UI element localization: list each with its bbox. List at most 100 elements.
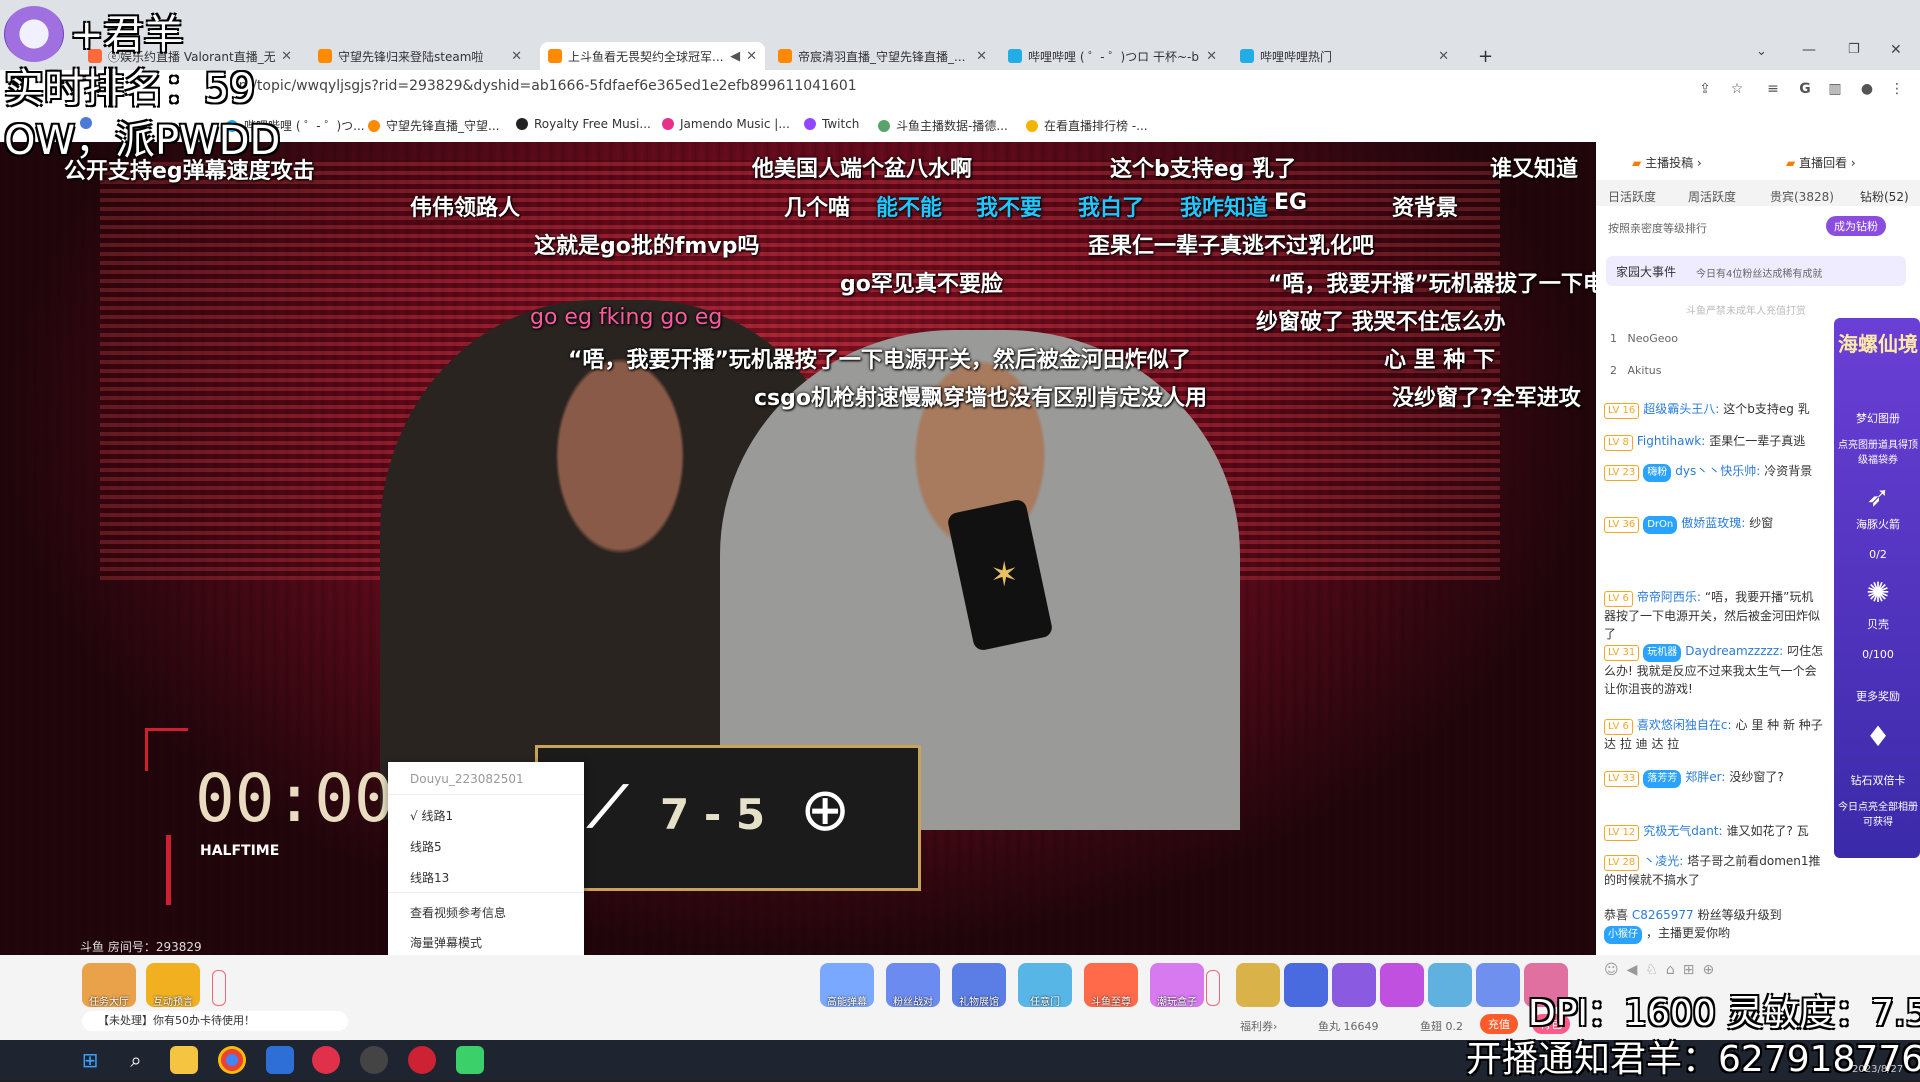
menu-item-line5[interactable]: 线路5 — [410, 838, 442, 855]
tab-weekly-activity[interactable]: 周活跃度 — [1688, 188, 1736, 205]
search-icon[interactable]: ⌕ — [122, 1046, 150, 1074]
browser-tab[interactable]: 守望先锋归来登陆steam啦 ✕ — [310, 42, 530, 70]
danmaku-comment: 心 里 种 下 — [1384, 348, 1495, 373]
rank-row[interactable]: 2 Akitus — [1610, 364, 1661, 377]
browser-tab[interactable]: 哔哩哔哩 ( ゜- ゜)つロ 干杯~-bili... ✕ — [1000, 42, 1225, 70]
gift-item[interactable] — [1332, 963, 1376, 1007]
card-text: 今日点亮全部相册可获得 — [1838, 802, 1918, 828]
chrome-icon[interactable] — [218, 1046, 246, 1074]
danmaku-comment: csgo机枪射速慢飘穿墙也没有区别肯定没人用 — [754, 386, 1207, 411]
share-icon[interactable]: ⇪ — [1696, 80, 1714, 98]
gift-item[interactable] — [1380, 963, 1424, 1007]
chat-app-icon[interactable] — [456, 1046, 484, 1074]
new-tab-button[interactable]: + — [1470, 42, 1500, 70]
gift-label: 高能弹幕 — [827, 997, 867, 1008]
tab-favicon-icon — [318, 49, 332, 63]
rank-row[interactable]: 1 NeoGeoo — [1610, 332, 1678, 345]
tab-search-icon[interactable]: ⌄ — [1756, 44, 1767, 59]
address-bar[interactable]: om/topic/wwqyljsgjs?rid=293829&dyshid=ab… — [230, 78, 857, 94]
expand-arrow-icon[interactable] — [212, 970, 226, 1006]
dream-book-label[interactable]: 梦幻图册 — [1838, 410, 1918, 426]
bookmark-item[interactable]: 守望先锋直播_守望... — [368, 117, 499, 134]
danmaku-comment: 歪果仁一辈子真逃不过乳化吧 — [1088, 234, 1375, 259]
halftime-label: HALFTIME — [200, 843, 280, 859]
stats-icon — [878, 119, 890, 132]
rank-hint: 按照亲密度等级排行 — [1608, 222, 1707, 235]
tab-close-icon[interactable]: ✕ — [511, 49, 522, 64]
family-event-title[interactable]: 家园大事件 — [1616, 263, 1676, 280]
reading-list-icon[interactable]: ≡ — [1764, 80, 1782, 98]
bookmark-item[interactable]: Royalty Free Musi... — [516, 117, 651, 131]
chat-message: LV 16 超级霸头王八: 这个b支持eg 乳 — [1604, 400, 1824, 419]
close-window-icon[interactable]: ✕ — [1890, 42, 1902, 58]
replay-link[interactable]: ▰ 直播回看 › — [1786, 154, 1856, 171]
overwatch-icon[interactable] — [360, 1046, 388, 1074]
video-context-menu: Douyu_223082501 √ 线路1 线路5 线路13 查看视频参考信息 … — [388, 762, 584, 955]
danmaku-comment: 我白了 — [1078, 196, 1145, 221]
danmaku-comment: EG — [1274, 190, 1308, 215]
danmaku-comment: 这就是go批的fmvp吗 — [534, 234, 760, 259]
more-rewards-button[interactable]: 更多奖励 — [1838, 688, 1918, 704]
promo-text: 点亮图册道具得顶级福袋券 — [1838, 440, 1918, 466]
start-icon[interactable]: ⊞ — [76, 1046, 104, 1074]
menu-item-massive-danmaku[interactable]: 海量弹幕模式 — [410, 934, 482, 951]
menu-dots-icon[interactable]: ⋮ — [1888, 80, 1906, 98]
system-message: 恭喜 C8265977 粉丝等级升级到 小猴仔 ，主播更爱你哟 — [1604, 906, 1824, 944]
tab-close-icon[interactable]: ✕ — [1206, 49, 1217, 64]
bookmarks-bar: 哔哩哔哩 ( ゜- ゜)つ... 守望先锋直播_守望... Royalty Fr… — [0, 108, 1920, 143]
overlay-game: OW，派PWDD — [4, 118, 281, 164]
gift-label: 斗鱼至尊 — [1091, 997, 1131, 1008]
tab-close-icon[interactable]: ✕ — [1438, 49, 1449, 64]
google-icon[interactable]: G — [1796, 80, 1814, 98]
obs-icon[interactable] — [408, 1046, 436, 1074]
team-eg-logo-icon: ⊕ — [800, 775, 851, 845]
chat-toolbar-icons[interactable]: ☺◀♘⌂⊞⊕ — [1604, 962, 1722, 978]
gift-item[interactable] — [1284, 963, 1328, 1007]
tab-close-icon[interactable]: ✕ — [746, 49, 757, 64]
danmaku-comment: go eg fking go eg — [530, 305, 723, 330]
bookmark-item[interactable]: Jamendo Music |... — [662, 117, 790, 131]
bookmark-item[interactable]: 斗鱼主播数据-播德... — [878, 117, 1008, 134]
bookmark-item[interactable]: 在看直播排行榜 -... — [1026, 117, 1148, 134]
browser-tab-active[interactable]: 上斗鱼看无畏契约全球冠军... ◀ ✕ — [540, 42, 765, 70]
menu-item-line1[interactable]: √ 线路1 — [410, 807, 453, 824]
bookmark-star-icon[interactable]: ☆ — [1728, 80, 1746, 98]
tab-mute-icon[interactable]: ◀ — [730, 49, 740, 64]
file-explorer-icon[interactable] — [170, 1046, 198, 1074]
tab-close-icon[interactable]: ✕ — [976, 49, 987, 64]
chat-message: LV 12 究极无气dant: 谁又如花了? 瓦 — [1604, 822, 1824, 841]
restore-icon[interactable]: ❐ — [1848, 42, 1860, 57]
menu-item-line13[interactable]: 线路13 — [410, 869, 449, 886]
browser-tab[interactable]: 哔哩哔哩热门 ✕ — [1232, 42, 1457, 70]
bookmark-item[interactable]: Twitch — [804, 117, 859, 131]
profile-avatar-icon[interactable]: ● — [1858, 80, 1876, 98]
match-timer: 00:00 — [195, 760, 394, 837]
gift-item[interactable] — [1476, 963, 1520, 1007]
gift-expand-icon[interactable] — [1206, 970, 1220, 1006]
streamer-uploads-link[interactable]: ▰ 主播投稿 › — [1632, 154, 1702, 171]
chat-message: LV 31 玩机器 Daydreamzzzzz: 叼住怎么办! 我就是反应不过来我太生… — [1604, 644, 1824, 696]
gift-item[interactable] — [1236, 963, 1280, 1007]
app-icon[interactable] — [266, 1046, 294, 1074]
folder-icon: ▰ — [1632, 156, 1642, 170]
side-panel-icon[interactable]: ▥ — [1826, 80, 1844, 98]
tab-diamond-fans[interactable]: 钻粉(52) — [1860, 188, 1909, 205]
welfare-link[interactable]: 福利券› — [1240, 1018, 1277, 1034]
menu-item-video-info[interactable]: 查看视频参考信息 — [410, 904, 506, 921]
taskbar-date: 2023/8/27 — [1852, 1064, 1904, 1075]
unprocessed-notice[interactable]: 【未处理】你有50办卡待使用！ — [82, 1011, 348, 1031]
danmaku-comment: 纱窗破了 我哭不住怎么办 — [1256, 310, 1506, 335]
bandcamp-icon — [516, 118, 528, 130]
douyu-icon — [368, 119, 380, 132]
item2-count: 0/100 — [1862, 648, 1894, 661]
become-diamond-button[interactable]: 成为钻粉 — [1826, 216, 1886, 236]
gift-item[interactable] — [1428, 963, 1472, 1007]
netease-music-icon[interactable] — [312, 1046, 340, 1074]
tab-vip[interactable]: 贵宾(3828) — [1770, 188, 1834, 205]
tab-daily-activity[interactable]: 日活跃度 — [1608, 188, 1656, 205]
danmaku-comment: 这个b支持eg 乳了 — [1110, 157, 1297, 182]
browser-tab[interactable]: 帝宸清羽直播_守望先锋直播_... ✕ — [770, 42, 995, 70]
minimize-icon[interactable]: — — [1802, 42, 1816, 58]
tab-close-icon[interactable]: ✕ — [281, 49, 292, 64]
item2-label: 贝壳 — [1867, 618, 1889, 631]
